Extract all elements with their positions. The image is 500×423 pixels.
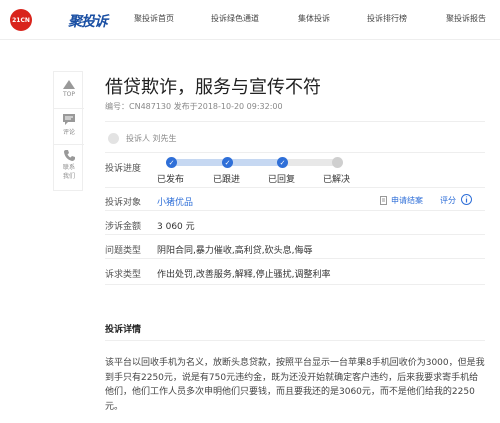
progress-divider [105, 187, 485, 188]
demand-label: 诉求类型 [105, 270, 142, 280]
sidebar-comment[interactable]: 评论 [54, 114, 84, 136]
amount-divider [105, 234, 485, 235]
step-label-followed: 已跟进 [213, 175, 241, 185]
step-dot-replied: ✓ [277, 157, 288, 168]
complaint-meta: 编号：CN487130 发布于2018-10-20 09:32:00 [105, 102, 283, 111]
target-link[interactable]: 小猪优品 [157, 195, 193, 208]
problem-divider [105, 258, 485, 259]
floating-sidebar: TOP 评论 联系 我们 [53, 71, 84, 191]
apply-close-label: 申请结案 [391, 196, 423, 205]
brand-logo[interactable]: 聚投诉 [68, 11, 108, 31]
arrow-up-icon [63, 80, 75, 89]
complainant: 投诉人 刘先生 [108, 133, 177, 144]
problem-value: 阴阳合同,暴力催收,高利贷,砍头息,侮辱 [157, 246, 313, 256]
sidebar-contact[interactable]: 联系 我们 [54, 150, 84, 181]
sidebar-divider [54, 108, 84, 109]
target-label: 投诉对象 [105, 198, 142, 208]
phone-icon [63, 150, 75, 161]
avatar [108, 133, 119, 144]
complainant-name: 投诉人 刘先生 [126, 134, 177, 143]
nav-home[interactable]: 聚投诉首页 [134, 13, 174, 24]
step-dot-resolved [332, 157, 343, 168]
target-divider [105, 210, 485, 211]
step-label-resolved: 已解决 [323, 175, 351, 185]
amount-label: 涉诉金额 [105, 222, 142, 232]
details-title: 投诉详情 [105, 325, 142, 335]
complaint-title: 借贷欺诈，服务与宣传不符 [105, 77, 321, 98]
demand-value: 作出处罚,改善服务,解释,停止骚扰,调整利率 [157, 270, 331, 280]
nav-group-complaint[interactable]: 集体投诉 [298, 13, 330, 24]
demand-divider [105, 284, 485, 285]
step-label-replied: 已回复 [268, 175, 296, 185]
rate-button[interactable]: 评分 [440, 195, 456, 206]
details-text: 该平台以回收手机为名义，放断头息贷款，按照平台显示一台苹果8手机回收价为3000… [105, 358, 485, 412]
progress-label: 投诉进度 [105, 164, 142, 174]
sidebar-top-label: TOP [62, 91, 75, 98]
step-dot-followed: ✓ [222, 157, 233, 168]
nav-report[interactable]: 聚投诉报告 [446, 13, 486, 24]
nav-green-channel[interactable]: 投诉绿色通道 [211, 13, 259, 24]
comment-icon [63, 114, 75, 125]
details-divider [105, 340, 485, 341]
step-dot-published: ✓ [166, 157, 177, 168]
site-logo[interactable]: 21CN [10, 9, 32, 31]
top-header: 21CN 聚投诉 聚投诉首页 投诉绿色通道 集体投诉 投诉排行榜 聚投诉报告 [0, 0, 500, 40]
sidebar-comment-label: 评论 [62, 129, 75, 136]
sidebar-divider [54, 144, 84, 145]
amount-value: 3 060 元 [157, 222, 195, 232]
person-divider [105, 152, 485, 153]
document-icon [380, 196, 387, 205]
title-divider [105, 121, 485, 122]
problem-label: 问题类型 [105, 246, 142, 256]
nav-ranking[interactable]: 投诉排行榜 [367, 13, 407, 24]
sidebar-top[interactable]: TOP [54, 80, 84, 98]
step-label-published: 已发布 [157, 175, 185, 185]
info-icon[interactable] [461, 194, 472, 205]
sidebar-contact-label: 联系 我们 [62, 164, 75, 180]
apply-close-button[interactable]: 申请结案 [380, 195, 423, 206]
